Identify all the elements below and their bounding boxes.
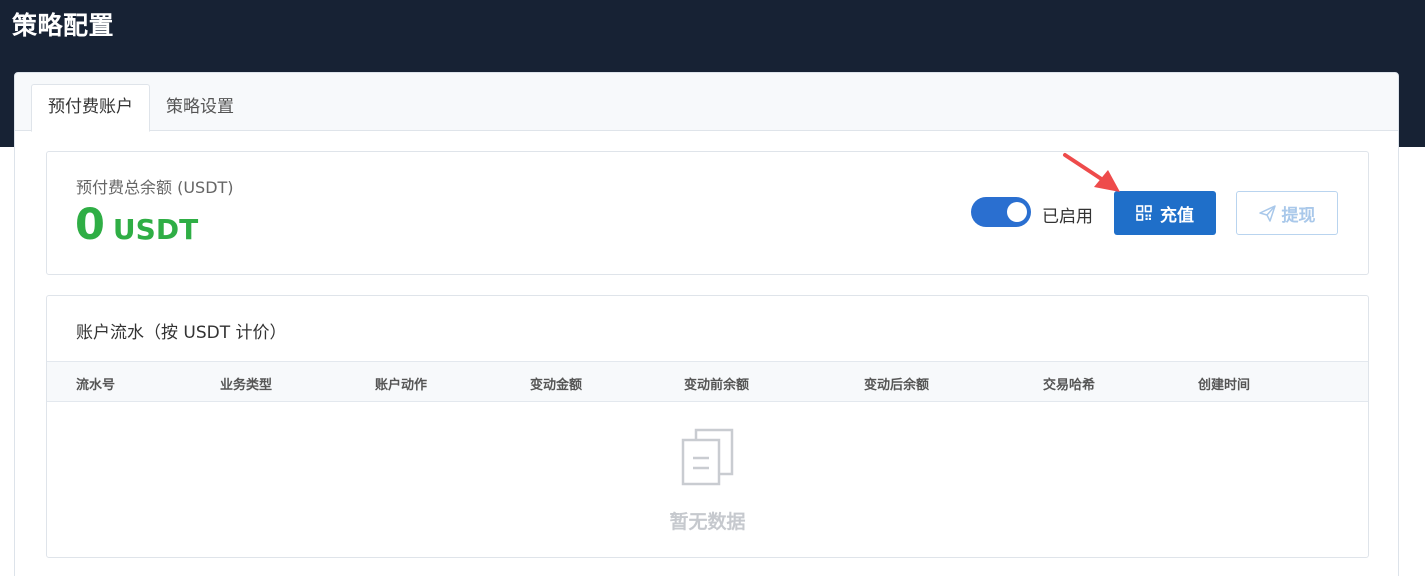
column-header-balance-before: 变动前余额 [684, 378, 750, 393]
recharge-button[interactable]: 充值 [1114, 191, 1216, 235]
tab-strategy-settings[interactable]: 策略设置 [149, 84, 251, 131]
balance-amount: 0 [75, 200, 105, 250]
withdraw-button[interactable]: 提现 [1236, 191, 1338, 235]
balance-unit: USDT [112, 213, 199, 246]
enable-toggle[interactable] [971, 197, 1031, 227]
main-card: 预付费账户 策略设置 预付费总余额 (USDT) 0 USDT 已启用 充值 提… [14, 72, 1399, 576]
tab-prepaid-account[interactable]: 预付费账户 [31, 84, 150, 132]
column-header-change-amount: 变动金额 [530, 378, 583, 393]
balance-value: 0 USDT [75, 200, 198, 250]
empty-documents-icon [681, 428, 734, 486]
balance-label: 预付费总余额 (USDT) [76, 178, 234, 197]
qr-code-icon [1136, 205, 1152, 221]
empty-state-text: 暂无数据 [669, 511, 746, 533]
ledger-title: 账户流水（按 USDT 计价） [76, 323, 287, 343]
withdraw-label: 提现 [1281, 205, 1316, 226]
toggle-knob [1007, 202, 1027, 222]
column-header-created-time: 创建时间 [1198, 378, 1251, 393]
column-header-account-action: 账户动作 [375, 378, 428, 393]
tab-bar: 预付费账户 策略设置 [15, 73, 1398, 132]
table-header: 流水号 业务类型 账户动作 变动金额 变动前余额 变动后余额 交易哈希 创建时间 [47, 361, 1368, 402]
column-header-serial: 流水号 [76, 378, 116, 393]
column-header-business-type: 业务类型 [220, 378, 273, 393]
balance-panel: 预付费总余额 (USDT) 0 USDT 已启用 充值 提现 [46, 151, 1369, 275]
page-title: 策略配置 [12, 11, 115, 40]
paper-plane-icon [1258, 204, 1276, 222]
annotation-arrow-icon [1063, 153, 1120, 192]
toggle-label: 已启用 [1042, 207, 1093, 227]
column-header-tx-hash: 交易哈希 [1043, 378, 1096, 393]
column-header-balance-after: 变动后余额 [864, 378, 930, 393]
ledger-panel: 账户流水（按 USDT 计价） 流水号 业务类型 账户动作 变动金额 变动前余额… [46, 295, 1369, 558]
recharge-label: 充值 [1160, 205, 1194, 226]
